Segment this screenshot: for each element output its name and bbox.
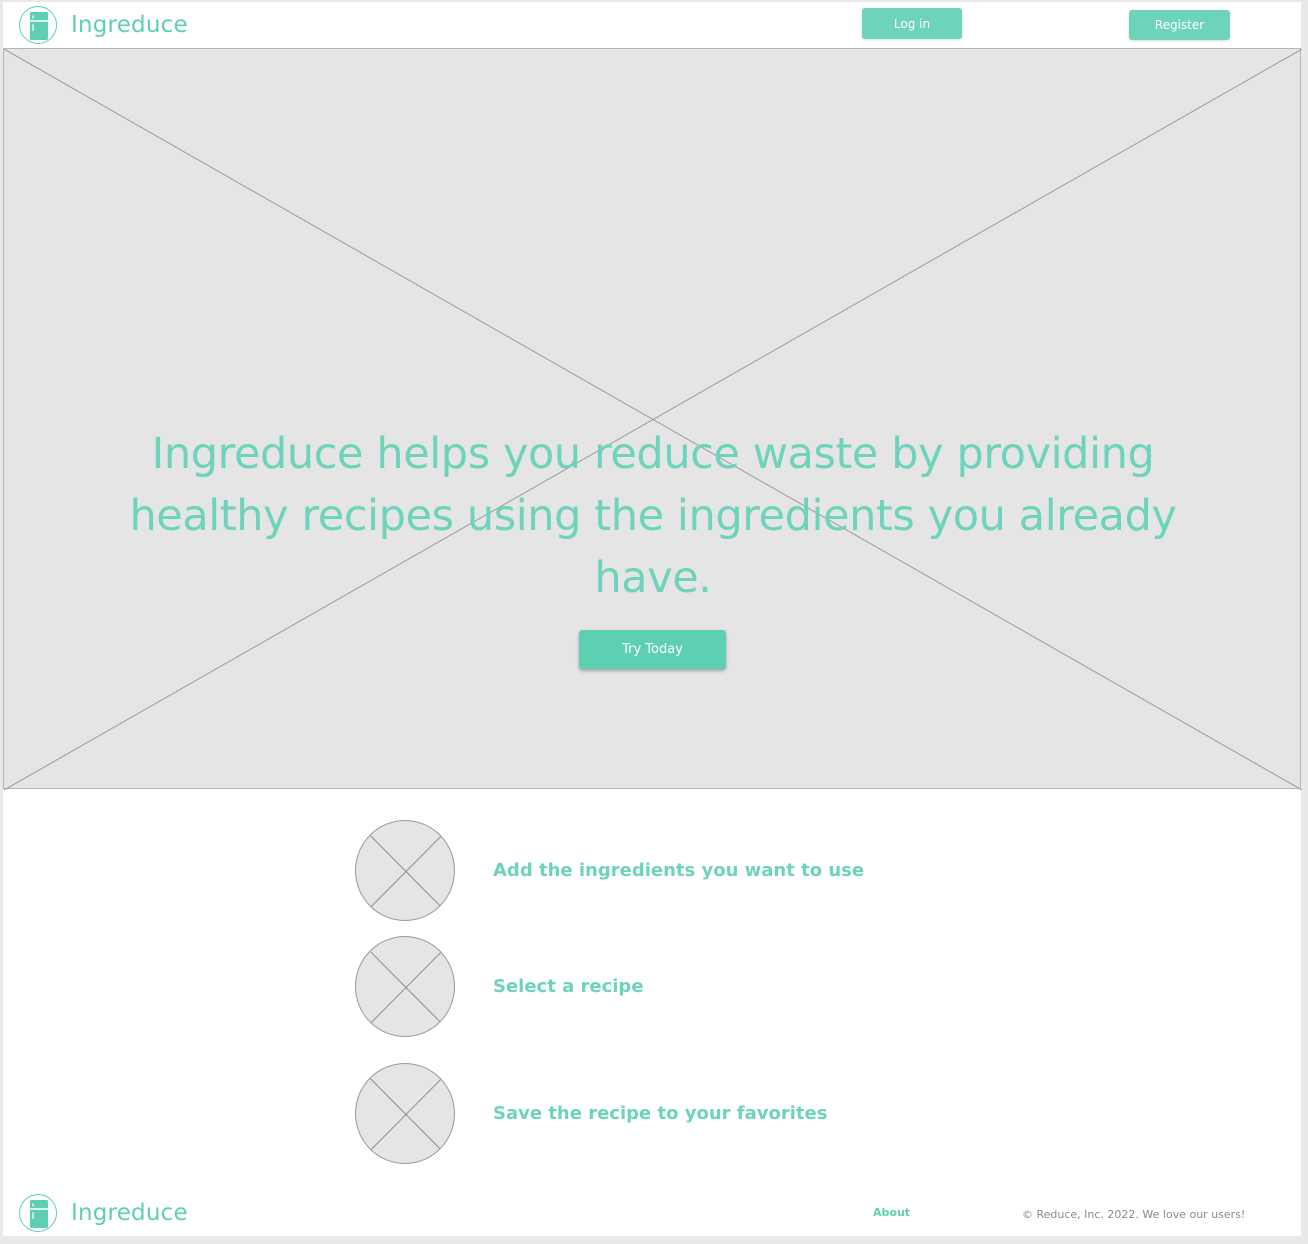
step-1-label: Add the ingredients you want to use (493, 860, 865, 881)
footer-logo[interactable]: Ingreduce (19, 1192, 188, 1234)
hero-headline: Ingreduce helps you reduce waste by prov… (129, 429, 1177, 603)
refrigerator-icon (19, 1194, 57, 1232)
footer-brand-name: Ingreduce (71, 1200, 188, 1226)
step-3-image (355, 1063, 455, 1164)
image-placeholder-icon (370, 835, 442, 908)
login-button[interactable]: Log in (862, 8, 962, 39)
about-link[interactable]: About (873, 1206, 910, 1219)
image-placeholder-icon (370, 1078, 442, 1151)
hero-image-placeholder-icon (4, 49, 1302, 790)
hero-banner: Ingreduce helps you reduce waste by prov… (3, 48, 1302, 790)
brand-name: Ingreduce (71, 12, 188, 38)
refrigerator-icon (19, 6, 57, 44)
page: Ingreduce Log in Register Ingreduce help… (3, 2, 1302, 1236)
step-3-label: Save the recipe to your favorites (493, 1103, 828, 1124)
step-2-label: Select a recipe (493, 976, 644, 997)
step-2-image (355, 936, 455, 1037)
image-placeholder-icon (370, 951, 442, 1024)
register-button[interactable]: Register (1129, 10, 1230, 40)
header-logo[interactable]: Ingreduce (19, 4, 188, 46)
step-1-image (355, 820, 455, 921)
try-today-button[interactable]: Try Today (579, 630, 726, 669)
copyright-text: © Reduce, Inc. 2022. We love our users! (1022, 1208, 1246, 1221)
